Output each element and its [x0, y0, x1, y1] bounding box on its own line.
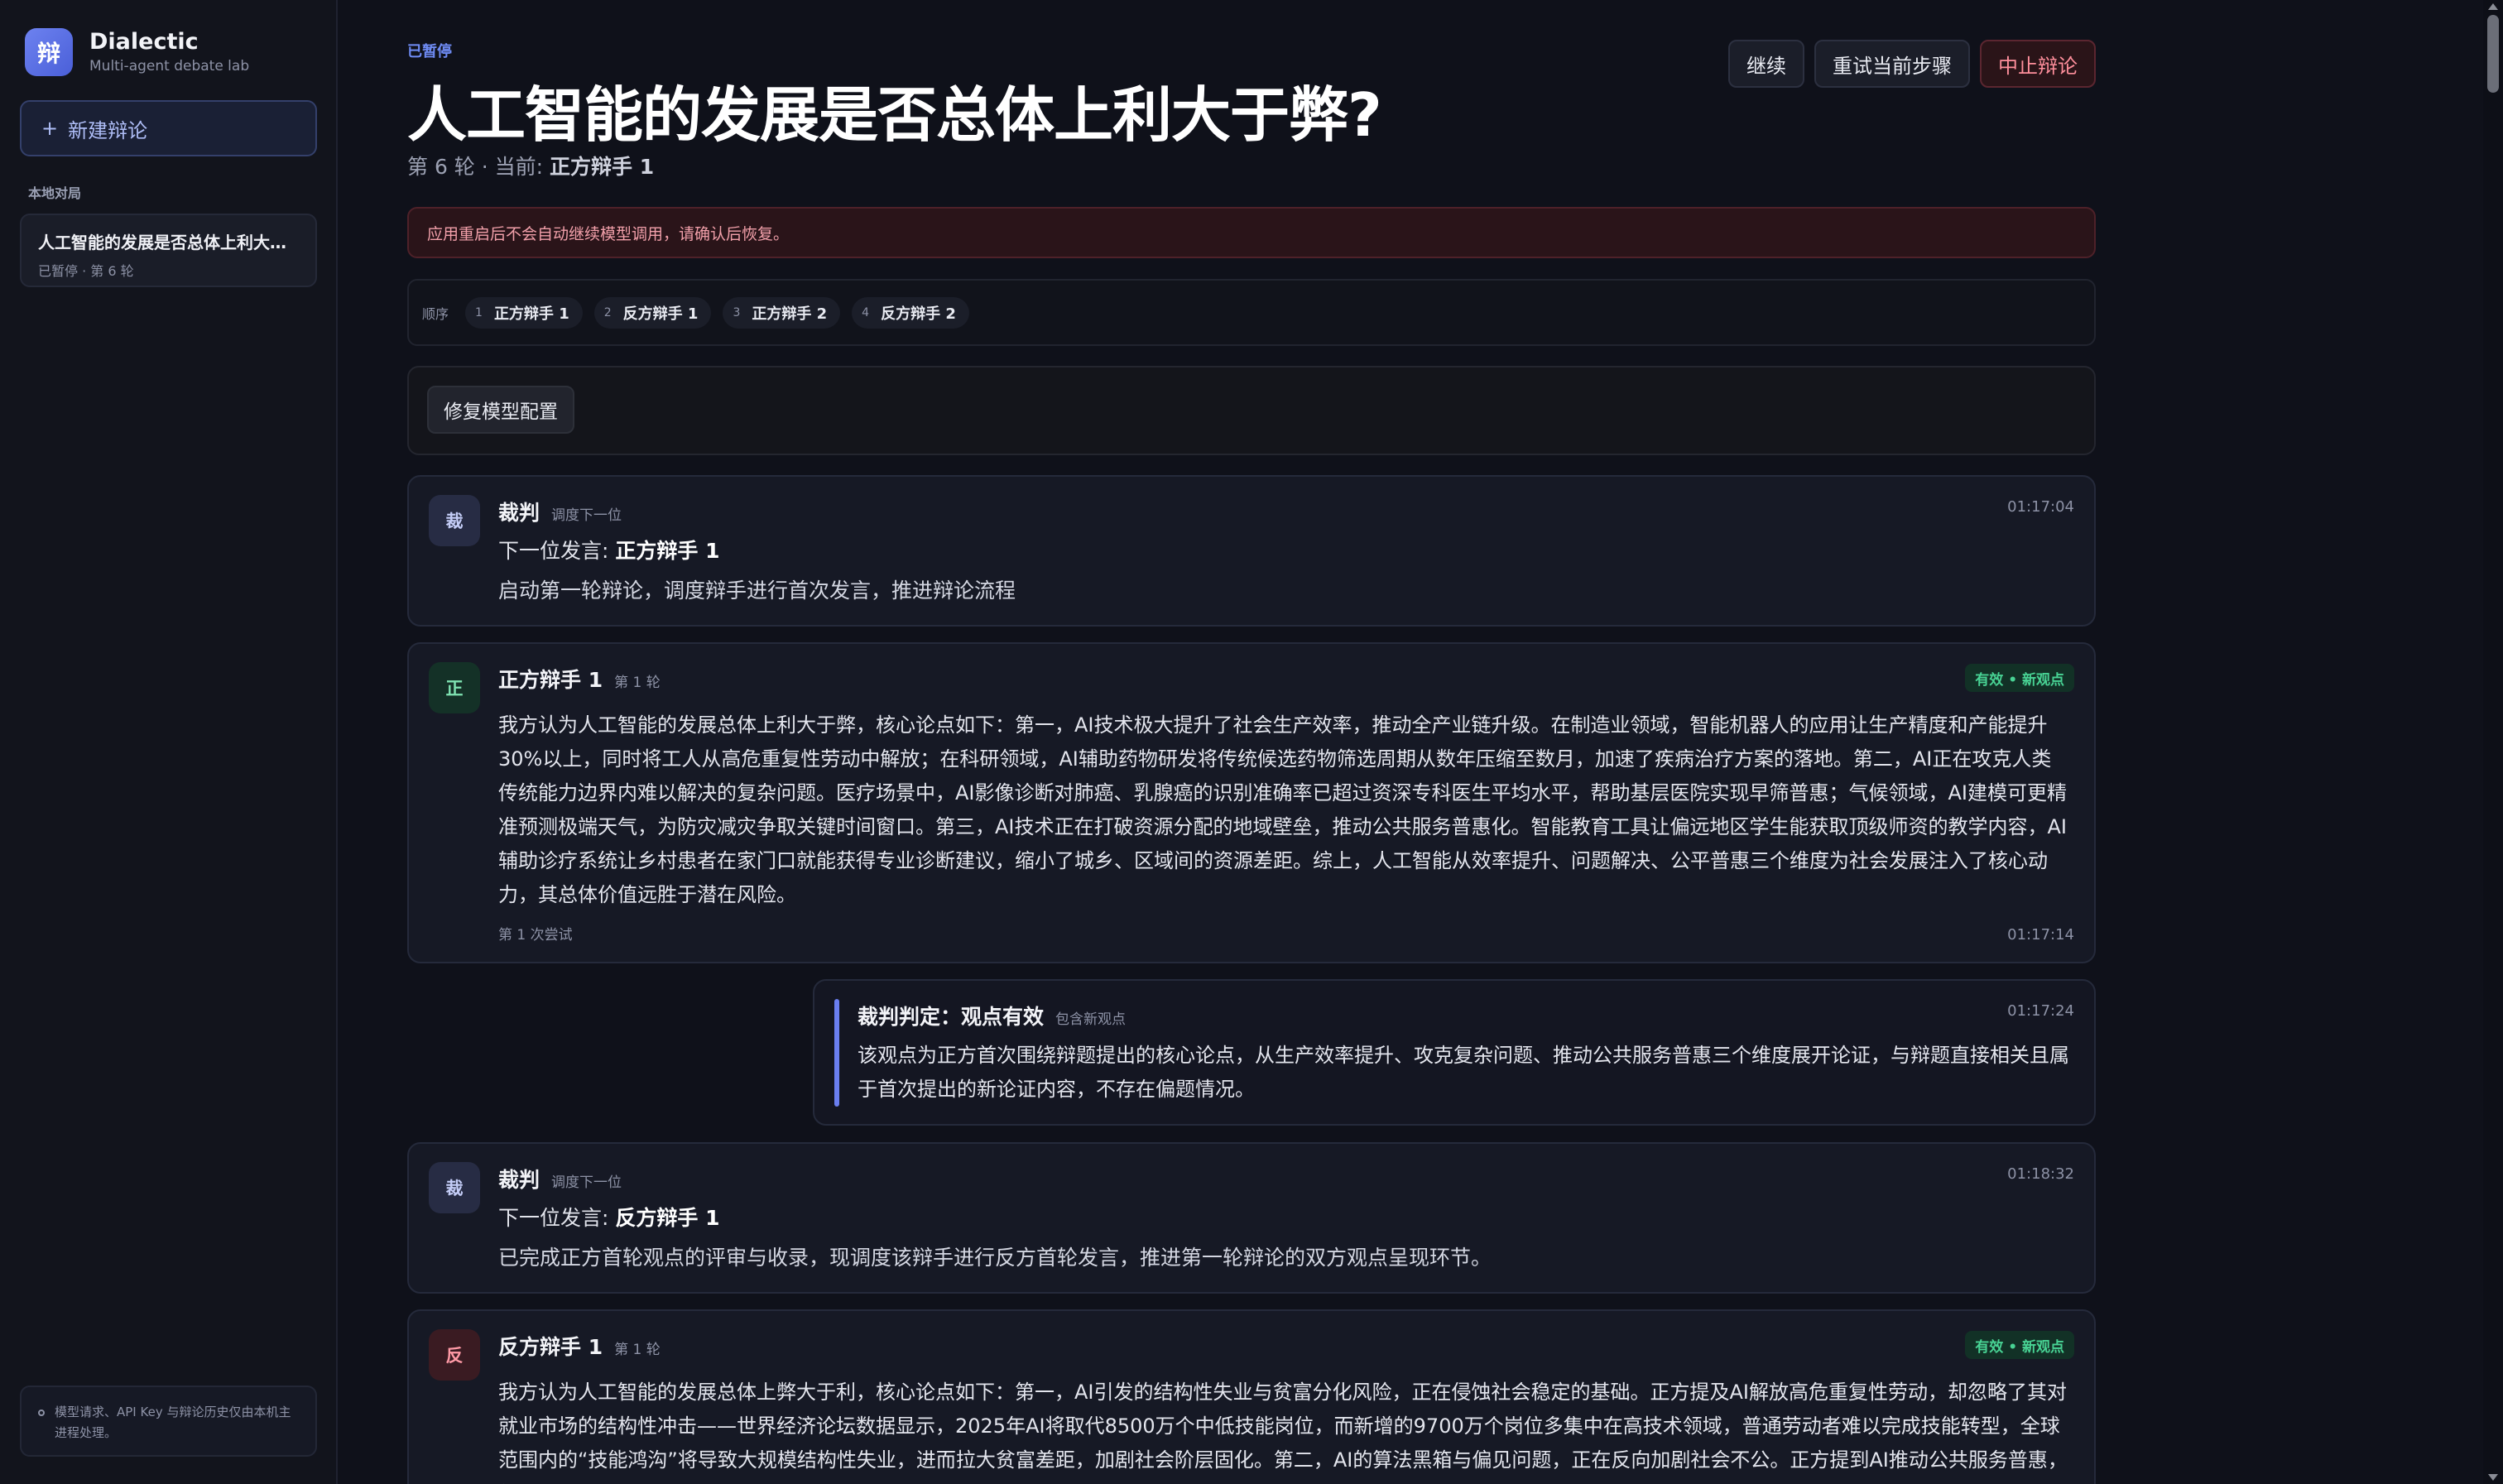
valid-badge: 有效 • 新观点 [1965, 1331, 2074, 1359]
judge-verdict: 裁判判定：观点有效 包含新观点 01:17:24 该观点为正方首次围绕辩题提出的… [813, 979, 2096, 1126]
valid-badge: 有效 • 新观点 [1965, 664, 2074, 692]
scrollbar[interactable] [2483, 0, 2503, 1484]
judge-avatar: 裁 [429, 1162, 480, 1213]
message-card-judge: 裁 裁判 调度下一位 01:17:04 下一位发言: 正方辩手 1 启动第一轮辩… [407, 475, 2096, 627]
status-tag: 已暂停 [407, 43, 452, 60]
dispatch-reason: 已完成正方首轮观点的评审与收录，现调度该辩手进行反方首轮发言，推进第一轮辩论的双… [498, 1246, 1492, 1270]
speaker-name: 裁判 [498, 501, 540, 525]
con-avatar: 反 [429, 1329, 480, 1381]
round-prefix: 第 6 轮 · 当前: [407, 155, 544, 179]
local-sessions-label: 本地对局 [28, 185, 82, 201]
brand-subtitle: Multi-agent debate lab [89, 58, 250, 74]
main-panel: 已暂停 人工智能的发展是否总体上利大于弊? 第 6 轮 · 当前: 正方辩手 1… [338, 0, 2503, 1484]
current-speaker: 正方辩手 1 [550, 155, 655, 179]
page-title: 人工智能的发展是否总体上利大于弊? [407, 80, 1382, 150]
order-label: 顺序 [422, 305, 449, 322]
speaker-name: 反方辩手 1 [498, 1335, 603, 1359]
continue-button[interactable]: 继续 [1728, 40, 1804, 88]
speaker-role: 调度下一位 [551, 507, 622, 524]
message-card-pro: 正 正方辩手 1 第 1 轮 有效 • 新观点 我方认为人工智能的发展总体上利大… [407, 642, 2096, 963]
argument-text: 我方认为人工智能的发展总体上弊大于利，核心论点如下：第一，AI引发的结构性失业与… [498, 1381, 2068, 1484]
speaker-name: 正方辩手 1 [498, 668, 603, 692]
order-chip: 3 正方辩手 2 [723, 296, 841, 329]
brand-logo: 辩 [25, 28, 73, 76]
fix-config-panel: 修复模型配置 [407, 366, 2096, 455]
scroll-down-arrow-icon[interactable] [2488, 1474, 2498, 1481]
order-chip: 2 反方辩手 1 [593, 296, 712, 329]
speaker-role: 第 1 轮 [614, 675, 661, 691]
next-speaker-line: 下一位发言: 正方辩手 1 [498, 539, 720, 563]
privacy-note: 模型请求、API Key 与辩论历史仅由本机主进程处理。 [20, 1386, 317, 1457]
speaker-name: 裁判 [498, 1168, 540, 1192]
round-info: 第 6 轮 · 当前: 正方辩手 1 [407, 151, 654, 180]
brand-name: Dialectic [89, 29, 199, 55]
speaking-order: 顺序 1 正方辩手 1 2 反方辩手 1 3 正方辩手 2 4 反方辩手 2 [407, 279, 2096, 346]
brand: 辩 Dialectic Multi-agent debate lab [25, 28, 249, 76]
next-speaker-name: 正方辩手 1 [615, 539, 720, 563]
order-chip: 4 反方辩手 2 [852, 296, 969, 329]
privacy-note-text: 模型请求、API Key 与辩论历史仅由本机主进程处理。 [55, 1405, 291, 1440]
session-title: 人工智能的发展是否总体上利大于... [38, 233, 299, 252]
scroll-thumb[interactable] [2487, 15, 2499, 93]
message-time: 01:17:04 [2007, 498, 2074, 516]
dispatch-reason: 启动第一轮辩论，调度辩手进行首次发言，推进辩论流程 [498, 579, 1016, 603]
plus-icon: + [41, 117, 59, 140]
attempt-count: 第 1 次尝试 [498, 927, 573, 944]
top-actions: 继续 重试当前步骤 中止辩论 [1728, 40, 2096, 88]
next-speaker-line: 下一位发言: 反方辩手 1 [498, 1206, 720, 1230]
abort-debate-button[interactable]: 中止辩论 [1980, 40, 2096, 88]
retry-step-button[interactable]: 重试当前步骤 [1814, 40, 1970, 88]
message-time: 01:17:14 [2007, 926, 2074, 944]
verdict-time: 01:17:24 [2007, 1002, 2074, 1020]
session-meta: 已暂停 · 第 6 轮 [38, 263, 134, 279]
restart-warning: 应用重启后不会自动继续模型调用，请确认后恢复。 [407, 207, 2096, 258]
message-card-judge: 裁 裁判 调度下一位 01:18:32 下一位发言: 反方辩手 1 已完成正方首… [407, 1142, 2096, 1294]
pro-avatar: 正 [429, 662, 480, 713]
order-chip: 1 正方辩手 1 [465, 296, 583, 329]
argument-text: 我方认为人工智能的发展总体上利大于弊，核心论点如下：第一，AI技术极大提升了社会… [498, 713, 2067, 906]
info-dot-icon [38, 1410, 45, 1416]
new-debate-label: 新建辩论 [68, 118, 148, 142]
session-item[interactable]: 人工智能的发展是否总体上利大于... 已暂停 · 第 6 轮 [20, 214, 317, 287]
verdict-accent-bar [834, 999, 839, 1107]
message-time: 01:18:32 [2007, 1165, 2074, 1183]
speaker-role: 调度下一位 [551, 1174, 622, 1191]
verdict-sub: 包含新观点 [1055, 1011, 1127, 1028]
fix-model-config-button[interactable]: 修复模型配置 [427, 386, 574, 434]
app-root: 辩 Dialectic Multi-agent debate lab + 新建辩… [0, 0, 2503, 1484]
verdict-text: 该观点为正方首次围绕辩题提出的核心论点，从生产效率提升、攻克复杂问题、推动公共服… [858, 1044, 2069, 1101]
next-speaker-name: 反方辩手 1 [615, 1206, 720, 1230]
sidebar: 辩 Dialectic Multi-agent debate lab + 新建辩… [0, 0, 338, 1484]
message-card-con: 反 反方辩手 1 第 1 轮 有效 • 新观点 我方认为人工智能的发展总体上弊大… [407, 1309, 2096, 1484]
judge-avatar: 裁 [429, 495, 480, 546]
verdict-title: 裁判判定：观点有效 [858, 1005, 1045, 1029]
scroll-up-arrow-icon[interactable] [2488, 3, 2498, 10]
new-debate-button[interactable]: + 新建辩论 [20, 100, 317, 156]
speaker-role: 第 1 轮 [614, 1342, 661, 1358]
